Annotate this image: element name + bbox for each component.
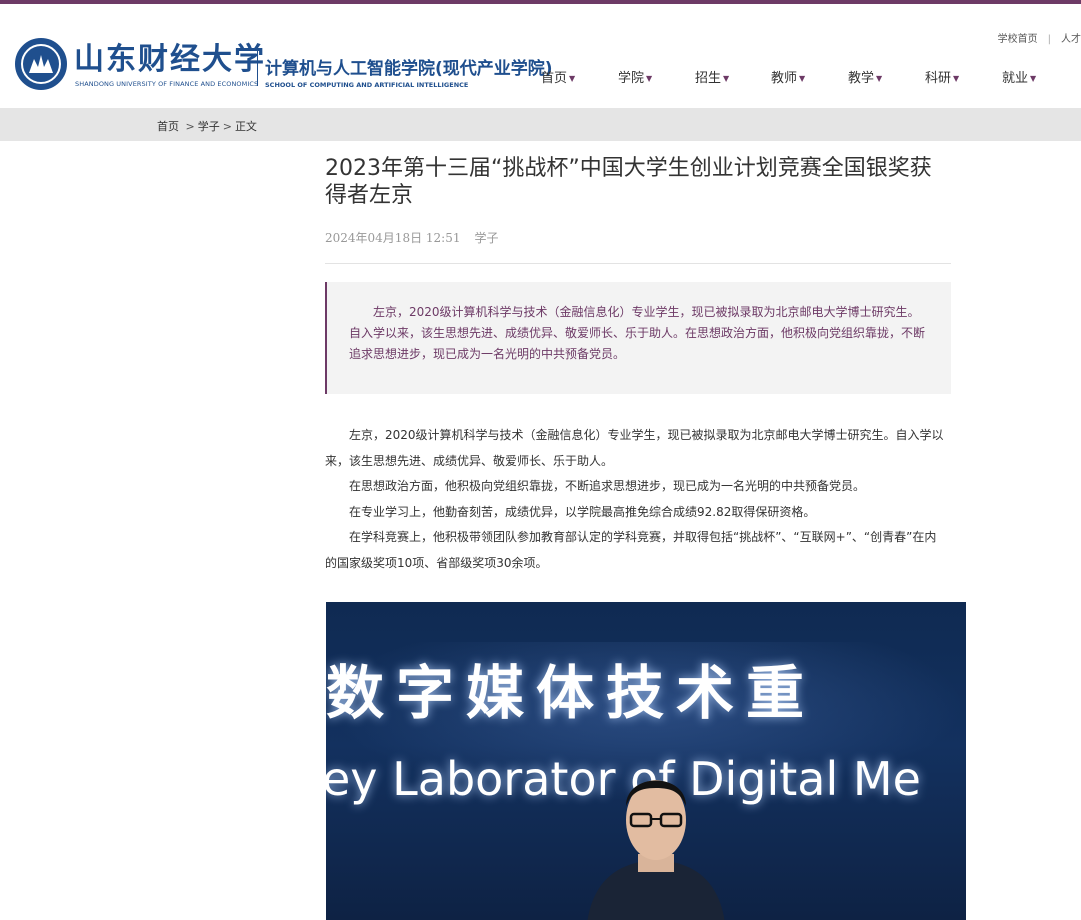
- chevron-down-icon: ▼: [1030, 74, 1037, 83]
- utility-links: 学校首页 | 人才: [998, 30, 1081, 45]
- article-date: 2024年04月18日 12:51: [325, 231, 461, 245]
- article-meta: 2024年04月18日 12:51 学子: [325, 229, 499, 246]
- nav-item-label: 学院: [618, 71, 645, 86]
- article-summary: 左京，2020级计算机科学与技术（金融信息化）专业学生，现已被拟录取为北京邮电大…: [325, 282, 951, 394]
- chevron-down-icon: ▼: [953, 74, 960, 83]
- chevron-down-icon: ▼: [876, 74, 883, 83]
- article-body: 左京，2020级计算机科学与技术（金融信息化）专业学生，现已被拟录取为北京邮电大…: [325, 423, 945, 576]
- nav-item-label: 教学: [848, 71, 875, 86]
- article-author: 学子: [474, 231, 499, 245]
- chevron-down-icon: ▼: [723, 74, 730, 83]
- nav-item-label: 首页: [541, 71, 568, 86]
- site-header: 山东财经大学 SHANDONG UNIVERSITY OF FINANCE AN…: [0, 4, 1081, 108]
- summary-text: 左京，2020级计算机科学与技术（金融信息化）专业学生，现已被拟录取为北京邮电大…: [349, 305, 926, 361]
- nav-item-research[interactable]: 科研 ▼: [925, 67, 959, 86]
- body-paragraph: 在专业学习上，他勤奋刻苦，成绩优异，以学院最高推免综合成绩92.82取得保研资格…: [349, 504, 816, 519]
- nav-item-teaching[interactable]: 教学 ▼: [848, 67, 882, 86]
- breadcrumb-separator: >: [182, 120, 195, 133]
- nav-item-admissions[interactable]: 招生 ▼: [695, 67, 729, 86]
- nav-item-faculty[interactable]: 教师 ▼: [771, 67, 805, 86]
- chevron-down-icon: ▼: [799, 74, 806, 83]
- nav-item-label: 教师: [771, 71, 798, 86]
- body-paragraph: 在学科竞赛上，他积极带领团队参加教育部认定的学科竞赛，并取得包括“挑战杯”、“互…: [325, 530, 937, 570]
- util-separator: |: [1047, 34, 1051, 45]
- breadcrumb-bar: 首页 > 学子 > 正文: [0, 108, 1081, 141]
- meta-divider: [325, 263, 951, 264]
- breadcrumb-current: 正文: [234, 120, 257, 133]
- main-nav: 首页 ▼ 学院 ▼ 招生 ▼ 教师 ▼ 教学 ▼ 科研 ▼ 就业 ▼: [0, 67, 1081, 87]
- body-paragraph: 在思想政治方面，他积极向党组织靠拢，不断追求思想进步，现已成为一名光明的中共预备…: [349, 479, 866, 493]
- student-portrait: [587, 780, 725, 920]
- breadcrumb: 首页 > 学子 > 正文: [157, 118, 257, 134]
- chevron-down-icon: ▼: [646, 74, 653, 83]
- util-link-talent[interactable]: 人才: [1061, 34, 1081, 45]
- nav-item-label: 招生: [695, 71, 722, 86]
- util-link-home[interactable]: 学校首页: [998, 34, 1038, 45]
- nav-item-home[interactable]: 首页 ▼: [541, 67, 575, 86]
- nav-item-employment[interactable]: 就业 ▼: [1002, 67, 1036, 86]
- chevron-down-icon: ▼: [569, 74, 576, 83]
- article-photo: 数字媒体技术重 ey Laborator of Digital Me: [326, 602, 966, 920]
- body-paragraph: 左京，2020级计算机科学与技术（金融信息化）专业学生，现已被拟录取为北京邮电大…: [325, 428, 944, 468]
- nav-item-label: 科研: [925, 71, 952, 86]
- breadcrumb-home[interactable]: 首页: [157, 120, 179, 133]
- lab-sign-cn: 数字媒体技术重: [326, 659, 817, 727]
- nav-item-college[interactable]: 学院 ▼: [618, 67, 652, 86]
- nav-item-label: 就业: [1002, 71, 1029, 86]
- breadcrumb-separator: >: [222, 120, 232, 133]
- breadcrumb-category[interactable]: 学子: [198, 120, 220, 133]
- article-title: 2023年第十三届“挑战杯”中国大学生创业计划竞赛全国银奖获得者左京: [325, 156, 932, 208]
